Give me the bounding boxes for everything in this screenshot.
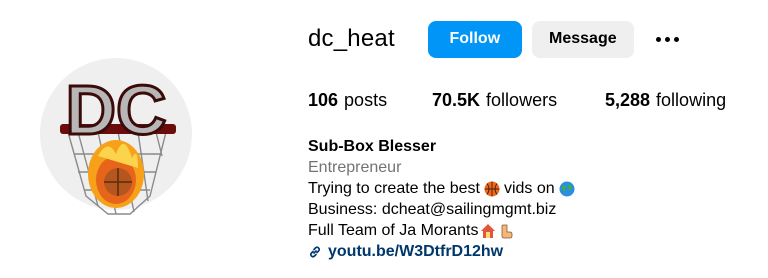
bio-line-1-prefix: Trying to create the best	[308, 180, 480, 197]
more-dot	[664, 36, 670, 42]
followers-count: 70.5K	[432, 90, 481, 110]
followers-label: followers	[486, 90, 558, 110]
message-button[interactable]: Message	[531, 20, 634, 58]
posts-stat: 106 posts	[308, 90, 432, 111]
house-emoji-icon	[481, 223, 496, 238]
more-dot	[673, 36, 679, 42]
avatar[interactable]: DC	[40, 46, 192, 224]
bio-line-3-text: Full Team of Ja Morants	[308, 222, 479, 239]
more-options-icon[interactable]	[652, 31, 683, 48]
following-count: 5,288	[605, 90, 651, 110]
bio: Sub-Box Blesser Entrepreneur Trying to c…	[308, 136, 579, 262]
bio-link[interactable]: youtu.be/W3DtfrD12hw	[308, 241, 579, 262]
bio-category: Entrepreneur	[308, 159, 402, 176]
bio-link-text: youtu.be/W3DtfrD12hw	[328, 243, 504, 260]
profile-header: dc_heat Follow Message	[308, 20, 683, 58]
follow-button[interactable]: Follow	[427, 20, 522, 58]
following-stat[interactable]: 5,288 following	[605, 90, 726, 111]
logo-text: DC	[65, 71, 166, 149]
bio-name: Sub-Box Blesser	[308, 138, 437, 155]
bio-line-3: Full Team of Ja Morants	[308, 220, 579, 241]
link-icon	[309, 245, 321, 258]
globe-emoji-icon	[559, 181, 575, 196]
more-dot	[655, 36, 661, 42]
followers-stat[interactable]: 70.5K followers	[432, 90, 605, 111]
username: dc_heat	[308, 25, 395, 52]
following-label: following	[656, 90, 727, 110]
posts-count: 106	[308, 90, 339, 110]
profile-stats: 106 posts 70.5K followers 5,288 followin…	[308, 90, 726, 111]
posts-label: posts	[344, 90, 388, 110]
bio-line-1: Trying to create the best vids on	[308, 178, 579, 199]
basketball-emoji-icon	[484, 181, 500, 196]
pointing-finger-emoji-icon	[502, 224, 513, 238]
dc-heat-logo: DC	[60, 70, 176, 215]
bio-line-2: Business: dcheat@sailingmgmt.biz	[308, 201, 557, 218]
bio-line-1-middle: vids on	[503, 180, 555, 197]
